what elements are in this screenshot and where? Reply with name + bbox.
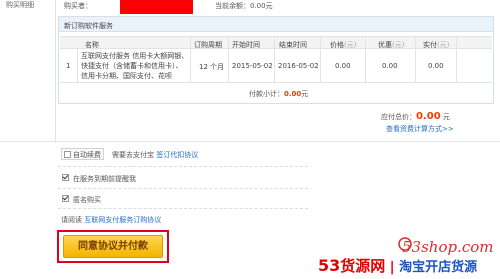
- total-unit: 元: [442, 113, 450, 121]
- redacted-buyer-name: [120, 0, 193, 14]
- row-period: 12 个月: [199, 63, 225, 71]
- dashed-divider: [58, 188, 308, 189]
- row-discount: 0.00: [382, 62, 398, 70]
- subtotal: 付款小计：0.00元: [249, 89, 308, 99]
- subtotal-value: 0.00: [284, 90, 302, 98]
- row-end: 2016-05-02: [278, 62, 319, 70]
- dashed-divider: [58, 166, 308, 167]
- subtotal-label: 付款小计：: [249, 90, 284, 98]
- balance-text: 当前余额：0.00元: [215, 1, 273, 11]
- total-price: 应付总价：0.00 元: [381, 111, 450, 122]
- watermark-brand: 53货源网 | 淘宝开店货源: [318, 256, 478, 275]
- auto-renew-label: 自动续费: [73, 151, 101, 159]
- section-label: 购买明细: [6, 1, 34, 9]
- protocol-line: 请阅读 互联网支付服务订购协议: [61, 216, 162, 224]
- service-name-line: 快捷支付（含储蓄卡和信用卡）、: [81, 62, 183, 70]
- service-name-line: 信用卡分期、国际支付、花呗: [81, 72, 172, 80]
- col-divider: [228, 49, 229, 83]
- col-divider: [365, 49, 366, 83]
- agree-and-pay-button[interactable]: 同意协议并付款: [63, 235, 163, 258]
- col-divider: [190, 49, 191, 83]
- agree-button-highlight: 同意协议并付款: [57, 230, 169, 263]
- watermark-url: 53shop.com: [402, 238, 494, 256]
- table-header: 名称 订购周期 开始时间 结束时间 价格(元) 优惠(元) 实付(元): [60, 36, 492, 50]
- col-divider: [77, 49, 78, 83]
- auto-renew-checkbox[interactable]: [64, 151, 71, 158]
- table-row: 1 互联网支付服务 信用卡大额网银、 快捷支付（含储蓄卡和信用卡）、 信用卡分期…: [60, 49, 492, 83]
- col-divider: [456, 49, 457, 83]
- remind-label: 在服务到期前提醒我: [73, 175, 136, 183]
- anonymous-checkbox[interactable]: [62, 195, 69, 202]
- row-index: 1: [66, 62, 71, 70]
- col-divider: [320, 49, 321, 83]
- col-divider: [415, 49, 416, 83]
- pricing-rule-link[interactable]: 查看资费计算方式>>: [386, 124, 454, 134]
- balance-label: 当前余额：: [215, 2, 250, 10]
- buyer-info-row: 购买者： 当前余额：0.00元: [58, 0, 494, 14]
- auto-renew-option[interactable]: 自动续费: [61, 148, 104, 160]
- panel-header: 新订购软件服务: [59, 17, 493, 32]
- row-paid: 0.00: [428, 62, 444, 70]
- row-price: 0.00: [335, 62, 351, 70]
- anonymous-label: 匿名购买: [73, 196, 101, 204]
- service-order-panel: 新订购软件服务 名称 订购周期 开始时间 结束时间 价格(元) 优惠(元) 实付…: [58, 16, 494, 104]
- buyer-label: 购买者：: [64, 2, 92, 10]
- row-start: 2015-05-02: [232, 62, 273, 70]
- sign-agreement-link[interactable]: 签订代扣协议: [156, 151, 198, 159]
- dashed-divider: [58, 208, 308, 209]
- protocol-link[interactable]: 互联网支付服务订购协议: [84, 216, 161, 224]
- section-divider: [0, 141, 500, 142]
- balance-value: 0.00元: [250, 2, 273, 10]
- panel-title: 新订购软件服务: [64, 22, 113, 30]
- service-name-line: 互联网支付服务 信用卡大额网银、: [81, 52, 189, 60]
- total-value: 0.00: [416, 111, 441, 122]
- remind-checkbox[interactable]: [62, 174, 69, 181]
- subtotal-unit: 元: [301, 90, 309, 98]
- alipay-note: 需要去支付宝 签订代扣协议: [112, 151, 199, 159]
- col-divider: [274, 49, 275, 83]
- column-divider: [55, 0, 56, 141]
- total-label: 应付总价：: [381, 113, 416, 121]
